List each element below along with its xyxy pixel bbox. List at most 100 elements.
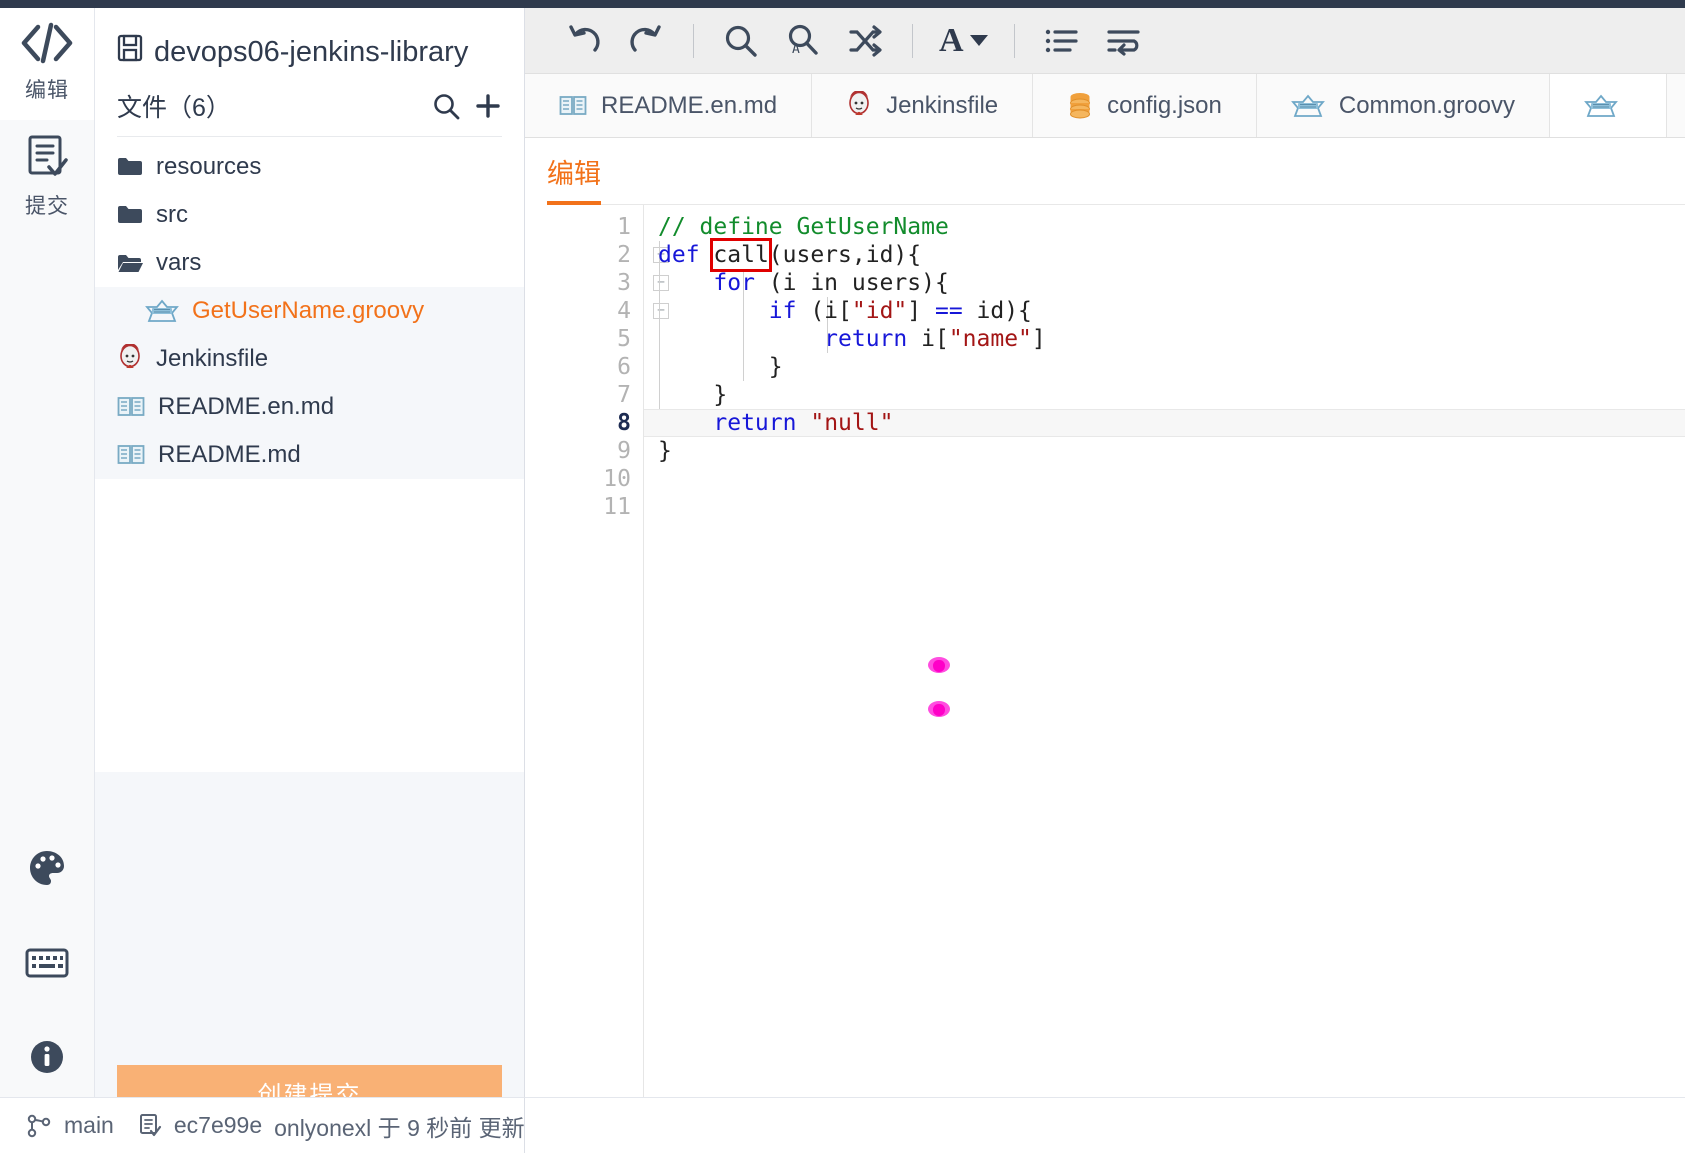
search-icon[interactable] [710, 15, 772, 67]
tab-jenkinsfile[interactable]: Jenkinsfile [812, 74, 1034, 137]
list-item-label: GetUserName.groovy [192, 297, 425, 324]
shuffle-icon[interactable] [834, 15, 896, 67]
files-header-actions [432, 92, 502, 120]
highlighted-token: call [710, 238, 772, 272]
folder-open-icon [117, 252, 143, 274]
plus-icon[interactable] [474, 92, 502, 120]
list-item-label: README.en.md [158, 393, 335, 420]
gutter-line: 10 [525, 465, 643, 493]
tab-label: README.en.md [601, 91, 778, 119]
database-icon [1067, 91, 1093, 121]
list-item-label: Jenkinsfile [156, 345, 269, 372]
git-branch-icon[interactable] [26, 1113, 52, 1139]
search-icon[interactable] [432, 92, 460, 120]
rail-item-edit[interactable]: 编辑 [0, 8, 94, 120]
svg-text:A: A [792, 42, 800, 57]
line-number: 1 [617, 214, 631, 240]
rail-item-edit-label: 编辑 [25, 79, 69, 102]
list-item-label: resources [156, 153, 262, 180]
line-number: 10 [603, 466, 631, 492]
file-list: resources src vars GetUserName.groovy Je… [95, 137, 524, 772]
rail-item-commit[interactable]: 提交 [0, 120, 94, 236]
list-item[interactable]: src [95, 191, 524, 239]
code-line-1: // define GetUserName [658, 214, 949, 240]
folder-closed-icon [117, 204, 143, 226]
pointer-marker-lower [928, 701, 950, 717]
commit-hash[interactable]: ec7e99e [174, 1112, 262, 1139]
toolbar-divider [693, 23, 694, 58]
markdown-book-icon [117, 395, 145, 419]
gutter-line: 1 [525, 213, 643, 241]
gutter-line: 3− [525, 269, 669, 297]
list-item-readme-en-md[interactable]: README.en.md [95, 383, 524, 431]
pointer-marker-upper [928, 657, 950, 673]
tab-getusername-groovy[interactable] [1549, 74, 1667, 137]
code-line-9: } [658, 438, 672, 464]
left-icon-rail: 编辑 提交 [0, 8, 95, 1153]
repository-name: devops06-jenkins-library [154, 35, 469, 68]
tab-readme-en-md[interactable]: README.en.md [525, 74, 813, 137]
editor-mode-tabbar: 编辑 [525, 138, 1685, 205]
font-icon[interactable]: A [929, 23, 998, 58]
list-item[interactable]: vars [95, 239, 524, 287]
wrap-lines-icon[interactable] [1093, 15, 1155, 67]
list-item-readme-md[interactable]: README.md [95, 431, 524, 479]
line-number: 9 [617, 438, 631, 464]
main-body: 编辑 提交 devops06-jenkins-library 文件（6） res… [0, 8, 1685, 1153]
line-number-gutter: 1 2− 3− 4− 5 6 7 8 9 10 11 [525, 205, 669, 1097]
jenkins-icon [117, 344, 143, 374]
markdown-book-icon [559, 94, 587, 118]
gutter-line: 11 [525, 493, 643, 521]
folder-closed-icon [117, 156, 143, 178]
list-icon[interactable] [1031, 15, 1093, 67]
groovy-icon [1290, 94, 1325, 118]
commit-document-icon[interactable] [138, 1113, 162, 1139]
list-item[interactable]: resources [95, 143, 524, 191]
commit-document-icon [25, 134, 69, 184]
line-number: 7 [617, 382, 631, 408]
toolbar-divider [1013, 23, 1015, 58]
palette-icon[interactable] [27, 848, 67, 893]
rail-item-commit-label: 提交 [25, 195, 69, 218]
tab-config-json[interactable]: config.json [1033, 74, 1257, 137]
keyboard-icon[interactable] [25, 947, 69, 984]
editor-bottom-spacer [525, 1097, 1685, 1153]
list-item-getusername-groovy[interactable]: GetUserName.groovy [95, 287, 524, 335]
gutter-line: 7 [525, 381, 643, 409]
code-line-6: } [658, 354, 783, 380]
code-line-2: def call (users,id){ [658, 238, 922, 272]
file-list-lower: GetUserName.groovy Jenkinsfile README.en… [95, 287, 524, 479]
tab-edit-mode[interactable]: 编辑 [547, 152, 601, 205]
code-line-4: if (i["id"] == id){ [768, 298, 1032, 324]
gutter-line: 6 [525, 353, 643, 381]
list-item-label: README.md [158, 441, 301, 468]
repository-title: devops06-jenkins-library [95, 8, 524, 80]
search-replace-icon[interactable]: A [772, 15, 834, 67]
line-number: 5 [617, 326, 631, 352]
jenkins-icon [846, 90, 872, 121]
line-number: 6 [617, 354, 631, 380]
files-header: 文件（6） [117, 88, 502, 137]
code-line-7: } [658, 382, 728, 408]
editor-tabbar-underline [601, 152, 1685, 205]
gutter-line-current: 8 [525, 409, 643, 437]
save-book-icon [117, 34, 143, 70]
toolbar-divider [912, 23, 913, 58]
code-content[interactable]: // define GetUserName def call (users,id)… [643, 205, 1685, 1097]
groovy-icon [145, 299, 179, 323]
tab-label: Jenkinsfile [886, 91, 999, 119]
code-editor[interactable]: 1 2− 3− 4− 5 6 7 8 9 10 11 // define Get… [525, 205, 1685, 1097]
gutter-line: 2− [525, 241, 669, 269]
file-panel: devops06-jenkins-library 文件（6） resources… [95, 8, 525, 1153]
info-icon[interactable] [28, 1038, 66, 1081]
undo-icon[interactable] [553, 15, 615, 67]
markdown-book-icon [117, 443, 145, 467]
list-item-jenkinsfile[interactable]: Jenkinsfile [95, 335, 524, 383]
tab-label: config.json [1107, 91, 1222, 119]
code-brackets-icon [21, 22, 73, 68]
file-panel-filler [95, 772, 524, 1065]
tab-common-groovy[interactable]: Common.groovy [1256, 74, 1550, 137]
redo-icon[interactable] [615, 15, 677, 67]
commit-author-time: onlyonexl 于 9 秒前 更新 [274, 1114, 525, 1141]
